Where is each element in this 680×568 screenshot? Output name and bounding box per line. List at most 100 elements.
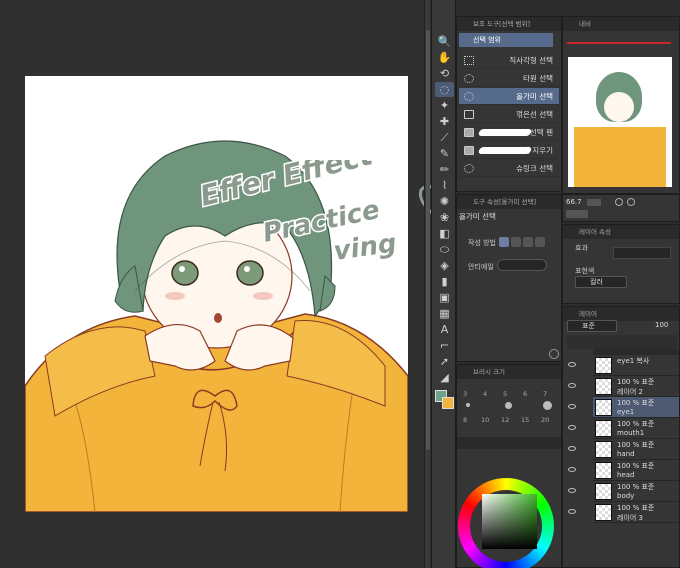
tool-property-name: 올가미 선택 xyxy=(459,212,496,221)
layer-property-panel: 레이어 속성 효과 표현색 컬러 xyxy=(562,224,680,304)
rotate-slider[interactable] xyxy=(566,210,588,218)
correct-line-icon[interactable]: ◢ xyxy=(435,370,454,385)
brush-tool-icon[interactable]: ⌇ xyxy=(435,178,454,193)
visibility-eye-icon[interactable] xyxy=(568,383,576,388)
lasso-tool-icon[interactable]: ◌ xyxy=(435,82,454,97)
blend-mode-dropdown[interactable]: 표준 xyxy=(567,320,617,332)
subtool-selection-pen[interactable]: 선택 펜 xyxy=(459,124,559,141)
visibility-eye-icon[interactable] xyxy=(568,488,576,493)
layer-row[interactable]: 100 % 표준 hand xyxy=(568,439,679,460)
canvas-area[interactable]: Effer Effect Practice ving xyxy=(0,0,457,568)
layer-row[interactable]: 100 % 표준 mouth1 xyxy=(568,418,679,439)
decoration-icon[interactable]: ❀ xyxy=(435,210,454,225)
artwork-canvas[interactable] xyxy=(25,76,408,512)
canvas-scrollbar[interactable] xyxy=(424,0,430,568)
visibility-eye-icon[interactable] xyxy=(568,404,576,409)
zoom-tool-icon[interactable]: 🔍 xyxy=(435,34,454,49)
pen-tool-icon[interactable]: ✎ xyxy=(435,146,454,161)
layer-row[interactable]: 100 % 표준 레이어 3 xyxy=(568,502,679,523)
visibility-eye-icon[interactable] xyxy=(568,467,576,472)
mode-new-button[interactable] xyxy=(499,237,509,247)
auto-select-icon[interactable]: ✦ xyxy=(435,98,454,113)
navigator-zoom-bar xyxy=(567,42,671,44)
ruler-tool-icon[interactable]: ➚ xyxy=(435,354,454,369)
size-10[interactable]: 10 xyxy=(481,416,489,424)
layer-tab[interactable]: 레이어 xyxy=(563,307,679,321)
settings-icon[interactable] xyxy=(549,349,559,359)
size-dot xyxy=(466,403,470,407)
effect-buttons[interactable] xyxy=(613,247,671,259)
visibility-eye-icon[interactable] xyxy=(568,446,576,451)
subtool-shrink-select[interactable]: 슈링크 선택 xyxy=(459,160,559,177)
brush-size-title: 브러시 크기 xyxy=(457,365,561,379)
expression-color-dropdown[interactable]: 컬러 xyxy=(575,276,627,288)
zoom-out-icon[interactable] xyxy=(627,198,635,206)
layer-thumbnail xyxy=(595,420,612,437)
pencil-tool-icon[interactable]: ✏ xyxy=(435,162,454,177)
effect-label: 효과 xyxy=(575,244,588,252)
preview-sweater xyxy=(574,127,666,187)
airbrush-icon[interactable]: ✺ xyxy=(435,194,454,209)
text-tool-icon[interactable]: A xyxy=(435,322,454,337)
antialias-label: 안티에일 xyxy=(468,263,494,271)
polyline-icon xyxy=(464,110,474,119)
visibility-eye-icon[interactable] xyxy=(568,425,576,430)
subtool-panel-title: 보조 도구[선택 범위] xyxy=(457,17,561,31)
saturation-value-box[interactable] xyxy=(482,494,537,549)
size-7[interactable]: 7 xyxy=(543,390,547,398)
mode-intersect-button[interactable] xyxy=(535,237,545,247)
layer-row[interactable]: 100 % 표준 레이어 2 xyxy=(568,376,679,397)
size-12[interactable]: 12 xyxy=(501,416,509,424)
tool-property-title: 도구 속성[올가미 선택] xyxy=(457,195,561,209)
layer-row[interactable]: 100 % 표준 head xyxy=(568,460,679,481)
frame-tool-icon[interactable]: ▦ xyxy=(435,306,454,321)
sub-color-swatch[interactable] xyxy=(442,397,454,409)
navigator-preview[interactable] xyxy=(568,57,672,187)
size-8[interactable]: 8 xyxy=(463,416,467,424)
operation-tool-icon[interactable]: ⟲ xyxy=(435,66,454,81)
visibility-eye-icon[interactable] xyxy=(568,509,576,514)
size-4[interactable]: 4 xyxy=(483,390,487,398)
zoom-slider[interactable] xyxy=(587,199,601,206)
subtool-selection-eraser[interactable]: 선택 지우기 xyxy=(459,142,559,159)
navigator-tab[interactable]: 내비 xyxy=(563,17,679,31)
visibility-eye-icon[interactable] xyxy=(568,362,576,367)
eraser-icon[interactable]: ◧ xyxy=(435,226,454,241)
balloon-tool-icon[interactable]: ⌐ xyxy=(435,338,454,353)
figure-tool-icon[interactable]: ▣ xyxy=(435,290,454,305)
brush-size-grid: 3 4 5 6 7 8 10 12 15 20 xyxy=(463,381,557,435)
opacity-value[interactable]: 100 xyxy=(655,321,668,329)
size-3[interactable]: 3 xyxy=(463,390,467,398)
size-6[interactable]: 6 xyxy=(523,390,527,398)
subtool-panel: 보조 도구[선택 범위] 선택 범위 직사각형 선택 타원 선택 올가미 선택 … xyxy=(456,16,562,192)
mode-label: 작성 방법 xyxy=(468,239,496,247)
layer-thumbnail xyxy=(595,441,612,458)
layer-row-selected[interactable]: 100 % 표준 eye1 xyxy=(568,397,679,418)
mode-add-button[interactable] xyxy=(511,237,521,247)
layer-thumbnail xyxy=(595,483,612,500)
gradient-icon[interactable]: ▮ xyxy=(435,274,454,289)
zoom-value[interactable]: 66.7 xyxy=(566,198,582,206)
layer-row[interactable]: 100 % 표준 body xyxy=(568,481,679,502)
move-tool-icon[interactable]: ✋ xyxy=(435,50,454,65)
layer-toolbar[interactable] xyxy=(567,335,677,349)
subtool-lasso-select[interactable]: 올가미 선택 xyxy=(459,88,559,105)
layer-thumbnail xyxy=(595,357,612,374)
subtool-rect-select[interactable]: 직사각형 선택 xyxy=(459,52,559,69)
navigator-controls: 66.7 xyxy=(562,194,680,222)
subtool-group-tab[interactable]: 선택 범위 xyxy=(459,33,553,47)
size-20[interactable]: 20 xyxy=(541,416,549,424)
subtool-ellipse-select[interactable]: 타원 선택 xyxy=(459,70,559,87)
antialias-selector[interactable] xyxy=(497,259,547,271)
mode-subtract-button[interactable] xyxy=(523,237,533,247)
blend-tool-icon[interactable]: ⬭ xyxy=(435,242,454,257)
size-5[interactable]: 5 xyxy=(503,390,507,398)
size-15[interactable]: 15 xyxy=(521,416,529,424)
move-layer-icon[interactable]: ✚ xyxy=(435,114,454,129)
zoom-in-icon[interactable] xyxy=(615,198,623,206)
selection-eraser-icon xyxy=(464,146,474,155)
eyedropper-icon[interactable]: ⟋ xyxy=(435,130,454,145)
fill-tool-icon[interactable]: ◈ xyxy=(435,258,454,273)
layer-row[interactable]: eye1 복사 xyxy=(568,355,679,376)
subtool-polyline-select[interactable]: 꺾은선 선택 xyxy=(459,106,559,123)
